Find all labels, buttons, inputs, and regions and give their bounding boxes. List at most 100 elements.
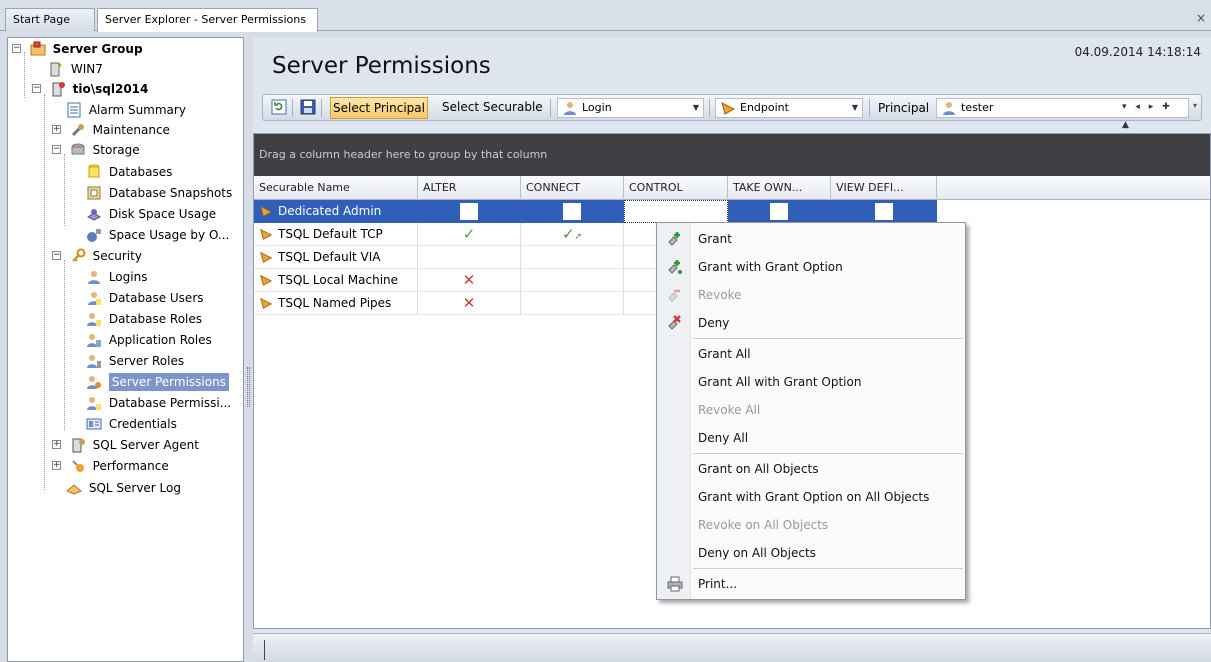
navigator-buttons[interactable]: ▾ ◂ ▸ ✚ ▲ xyxy=(1122,98,1188,134)
connect-cell[interactable] xyxy=(521,269,624,292)
menu-item-revoke-all[interactable]: Revoke All xyxy=(657,396,965,424)
column-header-connect[interactable]: CONNECT xyxy=(521,176,624,200)
menu-item-revoke[interactable]: Revoke xyxy=(657,281,965,309)
connect-cell[interactable]: ✓➚ xyxy=(521,223,624,246)
tree-item-space-usage-by-objects[interactable]: Space Usage by O... xyxy=(86,225,229,245)
principal-type-select[interactable]: Login ▼ xyxy=(557,98,704,118)
tree-item-disk-space-usage[interactable]: Disk Space Usage xyxy=(86,204,216,224)
securable-name: TSQL Local Machine xyxy=(278,273,399,287)
collapse-icon[interactable]: − xyxy=(32,84,41,93)
menu-label: Grant on All Objects xyxy=(698,462,819,476)
tree-label: Application Roles xyxy=(108,333,212,347)
tree-item-server-group[interactable]: − Server Group xyxy=(12,39,143,59)
tree-item-application-roles[interactable]: Application Roles xyxy=(86,330,212,350)
securable-name-cell[interactable]: TSQL Named Pipes xyxy=(254,292,418,315)
securable-name-cell[interactable]: TSQL Default TCP xyxy=(254,223,418,246)
connect-cell[interactable] xyxy=(521,246,624,269)
connect-cell[interactable] xyxy=(521,292,624,315)
expand-icon[interactable]: + xyxy=(52,440,61,449)
securable-type-select[interactable]: Endpoint ▼ xyxy=(715,98,863,118)
group-by-panel[interactable]: Drag a column header here to group by th… xyxy=(254,134,1210,176)
grant-with-option-icon: ✓➚ xyxy=(561,225,583,243)
collapse-icon[interactable]: − xyxy=(52,145,61,154)
save-button[interactable] xyxy=(298,97,318,119)
principal-label: Principal xyxy=(878,101,930,115)
menu-item-deny[interactable]: Deny xyxy=(657,309,965,337)
menu-item-deny-on-all-objects[interactable]: Deny on All Objects xyxy=(657,539,965,567)
principal-select[interactable]: tester ▾ ◂ ▸ ✚ ▲ xyxy=(936,98,1189,130)
collapse-icon[interactable]: − xyxy=(12,44,21,53)
refresh-button[interactable] xyxy=(269,97,289,119)
column-header-take-ownership[interactable]: TAKE OWN... xyxy=(728,176,831,200)
securable-name-cell[interactable]: TSQL Local Machine xyxy=(254,269,418,292)
menu-item-grant-all[interactable]: Grant All xyxy=(657,340,965,368)
empty-checkbox[interactable] xyxy=(460,203,478,220)
splitter-grip[interactable] xyxy=(247,367,250,407)
select-value: tester xyxy=(961,101,994,114)
tree-item-sql-server-log[interactable]: SQL Server Log xyxy=(66,478,181,498)
tree-item-database-permissions[interactable]: Database Permissi... xyxy=(86,393,231,413)
menu-item-grant-with-grant-option-on-all-objects[interactable]: Grant with Grant Option on All Objects xyxy=(657,483,965,511)
tree-item-database-snapshots[interactable]: Database Snapshots xyxy=(86,183,232,203)
alter-cell[interactable] xyxy=(418,200,521,223)
alter-cell[interactable] xyxy=(418,246,521,269)
storage-icon xyxy=(71,143,85,154)
tree-item-server[interactable]: − tio\sql2014 xyxy=(32,79,148,99)
tree-item-storage[interactable]: − Storage xyxy=(52,140,140,160)
tree-item-database-roles[interactable]: Database Roles xyxy=(86,309,202,329)
expand-icon[interactable]: + xyxy=(52,125,61,134)
tree-item-alarm-summary[interactable]: Alarm Summary xyxy=(66,100,186,120)
menu-separator xyxy=(693,338,963,339)
menu-item-grant-all-with-grant-option[interactable]: Grant All with Grant Option xyxy=(657,368,965,396)
column-header-control[interactable]: CONTROL xyxy=(624,176,728,200)
alter-cell[interactable]: ✕ xyxy=(418,292,521,315)
tree-item-database-users[interactable]: Database Users xyxy=(86,288,204,308)
securable-name-cell[interactable]: Dedicated Admin Conne xyxy=(254,200,418,240)
empty-checkbox[interactable] xyxy=(770,203,788,220)
table-row[interactable]: Dedicated Admin Conne xyxy=(254,200,1210,240)
column-header-securable-name[interactable]: Securable Name xyxy=(254,176,418,200)
empty-checkbox[interactable] xyxy=(874,203,893,220)
collapse-icon[interactable]: − xyxy=(52,251,61,260)
text-cursor xyxy=(264,640,265,660)
column-header-view-definition[interactable]: VIEW DEFI... xyxy=(831,176,937,200)
securable-name-cell[interactable]: TSQL Default VIA xyxy=(254,246,418,269)
column-header-alter[interactable]: ALTER xyxy=(418,176,521,200)
expand-icon[interactable]: + xyxy=(52,461,61,470)
tree-item-sql-server-agent[interactable]: + SQL Server Agent xyxy=(52,435,199,455)
tree-item-credentials[interactable]: Credentials xyxy=(86,414,177,434)
printer-icon xyxy=(667,576,683,592)
tree-item-logins[interactable]: Logins xyxy=(86,267,147,287)
take-ownership-cell[interactable] xyxy=(728,200,831,223)
panel-splitter[interactable] xyxy=(245,37,253,662)
scroll-arrow-icon[interactable]: ▾ xyxy=(1193,101,1197,110)
menu-item-grant[interactable]: Grant xyxy=(657,225,965,253)
tab-server-explorer[interactable]: Server Explorer - Server Permissions xyxy=(97,8,318,32)
connect-cell[interactable] xyxy=(521,200,624,223)
tree-item-performance[interactable]: + Performance xyxy=(52,456,169,476)
tab-start-page[interactable]: Start Page xyxy=(5,8,95,31)
empty-checkbox[interactable] xyxy=(563,203,581,220)
deny-x-icon: ✕ xyxy=(462,294,476,312)
tree-item-win7[interactable]: WIN7 xyxy=(48,59,103,79)
menu-item-grant-on-all-objects[interactable]: Grant on All Objects xyxy=(657,455,965,483)
tree-label: Credentials xyxy=(108,417,177,431)
menu-item-print[interactable]: Print... xyxy=(657,570,965,598)
view-definition-cell[interactable] xyxy=(831,200,937,223)
tree-item-databases[interactable]: Databases xyxy=(86,162,172,182)
close-tab-icon[interactable]: × xyxy=(1196,11,1206,25)
menu-item-grant-with-grant-option[interactable]: Grant with Grant Option xyxy=(657,253,965,281)
grid-header: Securable Name ALTER CONNECT CONTROL TAK… xyxy=(254,176,1210,200)
tree-item-server-roles[interactable]: Server Roles xyxy=(86,351,184,371)
menu-item-deny-all[interactable]: Deny All xyxy=(657,424,965,452)
tree-item-maintenance[interactable]: + Maintenance xyxy=(52,120,170,140)
alter-cell[interactable]: ✓ xyxy=(418,223,521,246)
control-cell[interactable] xyxy=(624,200,728,223)
tree-item-server-permissions[interactable]: Server Permissions xyxy=(86,372,229,392)
menu-item-revoke-on-all-objects[interactable]: Revoke on All Objects xyxy=(657,511,965,539)
alter-cell[interactable]: ✕ xyxy=(418,269,521,292)
tree-item-security[interactable]: − Security xyxy=(52,246,142,266)
securable-name: TSQL Default TCP xyxy=(278,227,383,241)
select-securable-button[interactable]: Select Securable xyxy=(440,97,545,119)
select-principal-button[interactable]: Select Principal xyxy=(330,97,428,119)
